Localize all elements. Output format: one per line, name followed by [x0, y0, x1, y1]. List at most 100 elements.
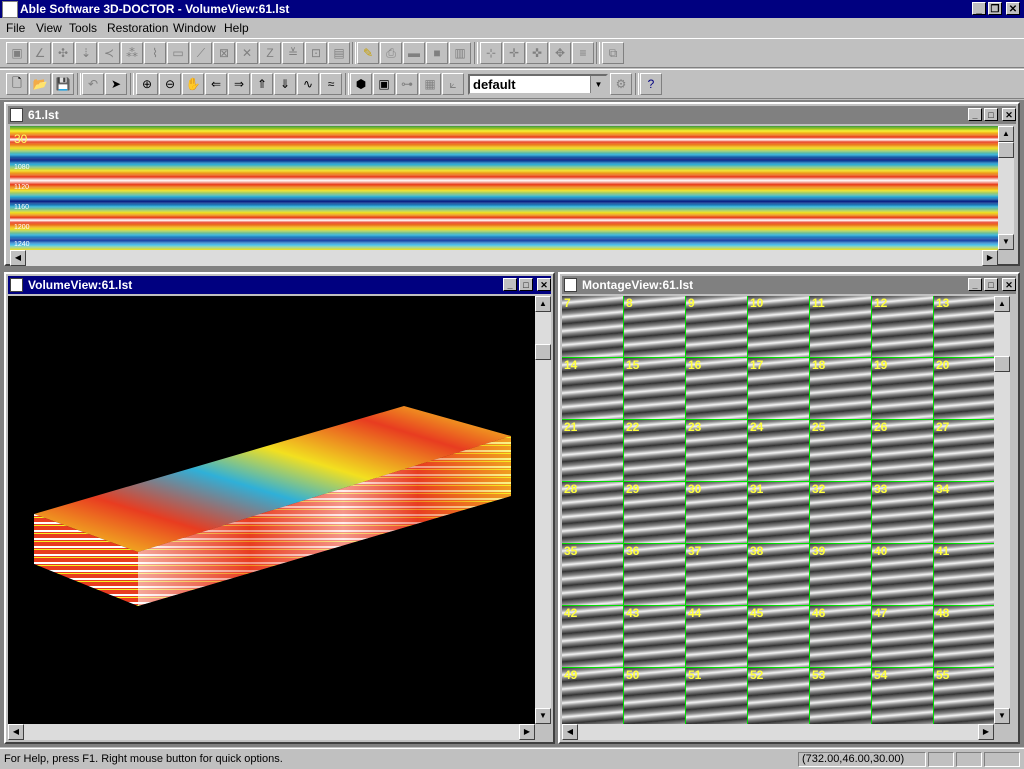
scroll-left-icon[interactable]: ◀ [10, 250, 26, 266]
tool-block-icon[interactable]: ■ [426, 42, 448, 64]
montage-slice[interactable]: 32 [810, 482, 872, 544]
close-button[interactable]: ✕ [1002, 108, 1016, 121]
montage-slice[interactable]: 50 [624, 668, 686, 724]
measure-icon[interactable]: ⟀ [442, 73, 464, 95]
minimize-button[interactable]: _ [968, 278, 982, 291]
montage-slice[interactable]: 22 [624, 420, 686, 482]
tool-cross-icon[interactable]: ✜ [526, 42, 548, 64]
preset-combo[interactable]: default ▼ [468, 74, 608, 95]
montage-slice[interactable]: 39 [810, 544, 872, 606]
contour-icon[interactable]: ∿ [297, 73, 319, 95]
arrow-right-icon[interactable]: ⇒ [228, 73, 250, 95]
montage-slice[interactable]: 20 [934, 358, 994, 420]
scroll-right-icon[interactable]: ▶ [519, 724, 535, 740]
minimize-button[interactable]: _ [503, 278, 517, 291]
tool-compare-icon[interactable]: ⧉ [602, 42, 624, 64]
montage-slice[interactable]: 40 [872, 544, 934, 606]
montage-slice[interactable]: 15 [624, 358, 686, 420]
montage-slice[interactable]: 28 [562, 482, 624, 544]
montage-slice[interactable]: 17 [748, 358, 810, 420]
montage-slice[interactable]: 21 [562, 420, 624, 482]
menu-window[interactable]: Window [173, 21, 216, 35]
tool-print-icon[interactable]: ⎙ [380, 42, 402, 64]
montage-slice[interactable]: 34 [934, 482, 994, 544]
montage-slice[interactable]: 43 [624, 606, 686, 668]
menu-tools[interactable]: Tools [69, 21, 97, 35]
slice-icon[interactable]: ⊶ [396, 73, 418, 95]
maximize-button[interactable]: □ [984, 278, 998, 291]
montage-grid[interactable]: 7 8 9 10 11 12 13 14 15 16 17 18 19 20 21 22 23 24 25 26 27 2… [562, 296, 994, 724]
tool-plus-icon[interactable]: ✛ [503, 42, 525, 64]
montage-slice[interactable]: 46 [810, 606, 872, 668]
boundary-icon[interactable]: ≈ [320, 73, 342, 95]
tool-list-icon[interactable]: ≡ [572, 42, 594, 64]
scroll-down-icon[interactable]: ▼ [535, 708, 551, 724]
montage-slice[interactable]: 10 [748, 296, 810, 358]
window-montage-view-titlebar[interactable]: MontageView:61.lst _ □ ✕ [562, 276, 1016, 294]
scroll-down-icon[interactable]: ▼ [998, 234, 1014, 250]
tool-split-icon[interactable]: ⁂ [121, 42, 143, 64]
menu-file[interactable]: File [6, 21, 25, 35]
close-button[interactable]: ✕ [537, 278, 551, 291]
montage-slice[interactable]: 26 [872, 420, 934, 482]
montage-slice[interactable]: 29 [624, 482, 686, 544]
vertical-scrollbar[interactable]: ▲ ▼ [994, 296, 1010, 724]
close-button[interactable]: ✕ [1006, 2, 1020, 15]
window-volume-view-titlebar[interactable]: VolumeView:61.lst _ □ ✕ [8, 276, 551, 294]
montage-slice[interactable]: 14 [562, 358, 624, 420]
context-help-icon[interactable]: ? [640, 73, 662, 95]
scroll-left-icon[interactable]: ◀ [562, 724, 578, 740]
vertical-scrollbar[interactable]: ▲ ▼ [998, 126, 1014, 250]
montage-slice[interactable]: 23 [686, 420, 748, 482]
montage-slice[interactable]: 49 [562, 668, 624, 724]
montage-slice[interactable]: 42 [562, 606, 624, 668]
montage-slice[interactable]: 38 [748, 544, 810, 606]
horizontal-scrollbar[interactable]: ◀ ▶ [8, 724, 535, 740]
tool-vertex-icon[interactable]: ⇣ [75, 42, 97, 64]
vertical-scrollbar[interactable]: ▲ ▼ [535, 296, 551, 724]
tool-join-icon[interactable]: ⌇ [144, 42, 166, 64]
tool-branch-icon[interactable]: ≺ [98, 42, 120, 64]
montage-slice[interactable]: 51 [686, 668, 748, 724]
open-folder-icon[interactable]: 📂 [29, 73, 51, 95]
tool-monitor-icon[interactable]: ▬ [403, 42, 425, 64]
close-button[interactable]: ✕ [1002, 278, 1016, 291]
menu-help[interactable]: Help [224, 21, 249, 35]
minimize-button[interactable]: _ [972, 2, 986, 15]
tool-rect-icon[interactable]: ▭ [167, 42, 189, 64]
tool-box-icon[interactable]: ⊠ [213, 42, 235, 64]
scroll-thumb[interactable] [535, 344, 551, 360]
tool-pen-icon[interactable]: ∠ [29, 42, 51, 64]
montage-slice[interactable]: 45 [748, 606, 810, 668]
menu-view[interactable]: View [36, 21, 62, 35]
render-volume-icon[interactable]: ▣ [373, 73, 395, 95]
tool-align-icon[interactable]: ≚ [282, 42, 304, 64]
montage-slice[interactable]: 33 [872, 482, 934, 544]
pointer-icon[interactable]: ➤ [105, 73, 127, 95]
undo-icon[interactable]: ↶ [82, 73, 104, 95]
menu-restoration[interactable]: Restoration [107, 21, 168, 35]
scroll-up-icon[interactable]: ▲ [998, 126, 1014, 142]
grid-document-icon[interactable] [564, 278, 577, 292]
montage-slice[interactable]: 25 [810, 420, 872, 482]
scroll-thumb[interactable] [998, 142, 1014, 158]
grid-icon[interactable]: ▦ [419, 73, 441, 95]
apply-preset-icon[interactable]: ⚙ [610, 73, 632, 95]
montage-slice[interactable]: 18 [810, 358, 872, 420]
scroll-right-icon[interactable]: ▶ [982, 250, 998, 266]
tool-line-icon[interactable]: ⟋ [190, 42, 212, 64]
maximize-button[interactable]: □ [984, 108, 998, 121]
scroll-thumb[interactable] [994, 356, 1010, 372]
montage-slice[interactable]: 19 [872, 358, 934, 420]
scroll-up-icon[interactable]: ▲ [535, 296, 551, 312]
scroll-up-icon[interactable]: ▲ [994, 296, 1010, 312]
montage-slice[interactable]: 48 [934, 606, 994, 668]
montage-slice[interactable]: 13 [934, 296, 994, 358]
volume-render-canvas[interactable] [8, 296, 535, 724]
arrow-left-icon[interactable]: ⇐ [205, 73, 227, 95]
app-icon[interactable] [2, 1, 18, 18]
montage-slice[interactable]: 41 [934, 544, 994, 606]
tool-image-icon[interactable]: ▤ [328, 42, 350, 64]
tool-cluster-icon[interactable]: ✥ [549, 42, 571, 64]
tool-move-icon[interactable]: ✣ [52, 42, 74, 64]
